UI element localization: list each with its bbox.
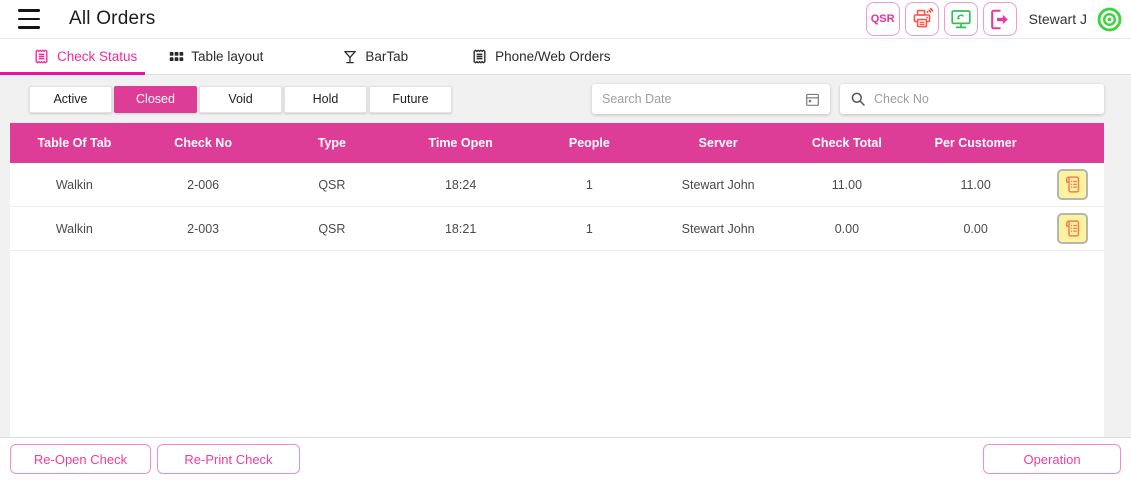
order-details-button[interactable] — [1057, 213, 1088, 244]
cell-table-of-tab: Walkin — [10, 222, 139, 236]
logged-in-user: Stewart J — [1029, 11, 1087, 27]
search-check-no-field[interactable] — [840, 84, 1104, 114]
search-date-field[interactable] — [592, 84, 830, 114]
reopen-check-button[interactable]: Re-Open Check — [10, 444, 151, 474]
topbar-actions: QSR — [866, 2, 1125, 36]
cell-type: QSR — [268, 222, 397, 236]
operation-button[interactable]: Operation — [983, 444, 1121, 474]
tab-table-layout[interactable]: Table layout — [169, 49, 263, 64]
cell-people: 1 — [525, 222, 654, 236]
cell-type: QSR — [268, 178, 397, 192]
martini-icon — [342, 49, 358, 65]
column-header: Time Open — [396, 136, 525, 150]
tab-label: BarTab — [365, 49, 408, 64]
display-sync-button[interactable] — [944, 2, 978, 36]
printer-button[interactable] — [905, 2, 939, 36]
cell-per-customer: 0.00 — [911, 222, 1040, 236]
check-no-input[interactable] — [874, 92, 1094, 106]
cell-check-no: 2-006 — [139, 178, 268, 192]
filter-void-button[interactable]: Void — [199, 86, 282, 113]
orders-table-panel: Table Of Tab Check No Type Time Open Peo… — [10, 123, 1104, 437]
search-date-input[interactable] — [602, 92, 797, 106]
tab-bar: Check Status Table layout BarTab Phone/W… — [0, 39, 1131, 75]
logout-button[interactable] — [983, 2, 1017, 36]
cell-people: 1 — [525, 178, 654, 192]
footer-bar: Re-Open Check Re-Print Check Operation — [0, 437, 1131, 480]
filter-future-button[interactable]: Future — [369, 86, 452, 113]
search-fields — [592, 84, 1104, 114]
column-header: Server — [654, 136, 783, 150]
content-area: Active Closed Void Hold Future — [0, 75, 1131, 437]
tab-check-status[interactable]: Check Status — [33, 48, 137, 65]
cell-server: Stewart John — [654, 178, 783, 192]
column-header: Table Of Tab — [10, 136, 139, 150]
cell-server: Stewart John — [654, 222, 783, 236]
column-header: Check No — [139, 136, 268, 150]
tab-label: Table layout — [191, 49, 263, 64]
cell-time-open: 18:24 — [396, 178, 525, 192]
order-details-icon — [1062, 218, 1083, 239]
cell-per-customer: 11.00 — [911, 178, 1040, 192]
online-status-icon — [1096, 6, 1123, 33]
grid-icon — [169, 49, 184, 64]
filter-hold-button[interactable]: Hold — [284, 86, 367, 113]
filter-closed-button[interactable]: Closed — [114, 86, 197, 113]
column-header: Type — [268, 136, 397, 150]
tab-label: Check Status — [57, 49, 137, 64]
column-header: Per Customer — [911, 136, 1040, 150]
reprint-check-button[interactable]: Re-Print Check — [157, 444, 300, 474]
cell-check-total: 11.00 — [783, 178, 912, 192]
tab-bartab[interactable]: BarTab — [342, 49, 408, 65]
tab-phone-web-orders[interactable]: Phone/Web Orders — [471, 48, 610, 65]
order-details-icon — [1062, 174, 1083, 195]
top-bar: All Orders QSR — [0, 0, 1131, 39]
qsr-button-label: QSR — [871, 13, 895, 25]
cell-check-no: 2-003 — [139, 222, 268, 236]
active-tab-indicator — [0, 72, 145, 75]
page-title: All Orders — [69, 8, 155, 30]
table-row[interactable]: Walkin 2-003 QSR 18:21 1 Stewart John 0.… — [10, 207, 1104, 251]
cell-table-of-tab: Walkin — [10, 178, 139, 192]
receipt-icon — [471, 48, 488, 65]
cell-time-open: 18:21 — [396, 222, 525, 236]
search-icon — [850, 91, 866, 107]
logout-icon — [987, 7, 1012, 32]
qsr-mode-button[interactable]: QSR — [866, 2, 900, 36]
column-header: Check Total — [783, 136, 912, 150]
column-header: People — [525, 136, 654, 150]
table-header-row: Table Of Tab Check No Type Time Open Peo… — [10, 123, 1104, 163]
controls-row: Active Closed Void Hold Future — [10, 84, 1104, 114]
status-filter-group: Active Closed Void Hold Future — [29, 86, 452, 113]
monitor-sync-icon — [949, 7, 973, 31]
receipt-icon — [33, 48, 50, 65]
filter-active-button[interactable]: Active — [29, 86, 112, 113]
calendar-icon[interactable] — [805, 92, 820, 107]
hamburger-menu-icon[interactable] — [18, 9, 42, 29]
tab-label: Phone/Web Orders — [495, 49, 610, 64]
printer-wireless-icon — [910, 7, 934, 31]
table-row[interactable]: Walkin 2-006 QSR 18:24 1 Stewart John 11… — [10, 163, 1104, 207]
table-empty-area — [10, 251, 1104, 437]
cell-check-total: 0.00 — [783, 222, 912, 236]
order-details-button[interactable] — [1057, 169, 1088, 200]
